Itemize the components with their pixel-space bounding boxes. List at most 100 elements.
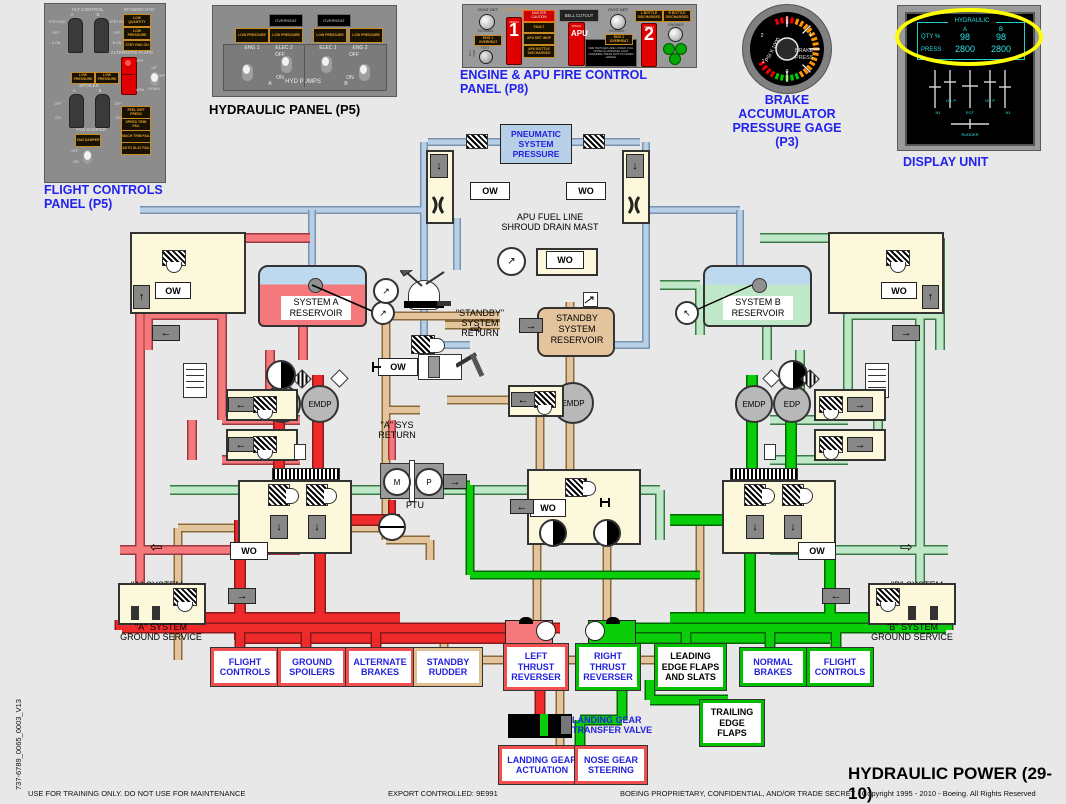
hydraulic-panel[interactable]: OVERHEAT OVERHEAT LOW PRESSURE LOW PRESS… — [212, 5, 397, 97]
consumer-leading-edge-flaps-and-slats[interactable]: LEADING EDGE FLAPS AND SLATS — [655, 644, 726, 690]
res-sb-line-2: SYSTEM — [558, 324, 596, 334]
consumer-landing-gear-actuation[interactable]: LANDING GEAR ACTUATION — [499, 746, 585, 784]
rtr-l3: REVERSER — [583, 672, 633, 683]
annunciator-elec1-low-pressure[interactable]: LOW PRESSURE — [313, 28, 347, 43]
engine-2-fire-handle[interactable]: DISCH 2 — [641, 23, 657, 67]
gage-tick-0: 0 — [785, 69, 789, 75]
check-valve-pneumatic-center: WO — [546, 251, 584, 269]
eng2-handle-number: 2 — [643, 24, 654, 44]
consumer-right-thrust-reverser[interactable]: RIGHT THRUST REVERSER — [576, 644, 640, 690]
system-b-gs-coupling-1 — [908, 606, 916, 620]
annunciator-eng2-low-pressure[interactable]: LOW PRESSURE — [349, 28, 383, 43]
consumer-standby-rudder[interactable]: STANDBY RUDDER — [414, 648, 482, 686]
ovht-det-right-label: OVHT DET — [607, 7, 629, 12]
annunciator-overheat-b[interactable]: OVERHEAT — [317, 14, 351, 27]
system-a-gs-arrow: → — [228, 588, 256, 604]
ab-l1: ALTERNATE — [353, 656, 407, 667]
eng2-on-label: ON — [346, 75, 354, 81]
tef-l1: TRAILING — [710, 707, 754, 718]
spoiler-b-label: B — [98, 88, 102, 93]
reservoir-a-quantity-gauge: ↗ — [371, 301, 395, 325]
fc-b-l2: CONTROLS — [814, 667, 866, 677]
system-a-gs-coupling-2 — [152, 606, 160, 620]
switch-a-pos-off: OFF — [52, 31, 60, 35]
ltr-l3: REVERSER — [511, 672, 561, 683]
ltr-l2: THRUST — [517, 661, 555, 672]
annunciator-elec2-low-pressure[interactable]: LOW PRESSURE — [269, 28, 303, 43]
annunciator-overheat-a[interactable]: OVERHEAT — [269, 14, 303, 27]
flt-control-switch-b[interactable] — [94, 18, 109, 53]
landing-gear-transfer-valve-actuator — [561, 716, 571, 734]
annunciator-left-bottle-discharged[interactable]: L BOTTLE DISCHARGED — [635, 10, 663, 22]
consumer-trailing-edge-flaps[interactable]: TRAILING EDGE FLAPS — [700, 700, 764, 746]
ptu-isolation-valve — [378, 513, 406, 541]
annunciator-fault[interactable]: FAULT — [523, 22, 555, 33]
ptu-pump-label: P — [426, 477, 432, 487]
hyd-panel-divider — [304, 46, 305, 87]
res-sb-line-1: STANDBY — [556, 313, 598, 323]
sr-l1: STANDBY — [426, 656, 470, 667]
standby-hyd-header: STANDBY HYD — [123, 7, 155, 12]
alt-flaps-pos-off: OFF — [136, 59, 144, 63]
consumer-nose-gear-steering[interactable]: NOSE GEAR STEERING — [575, 746, 647, 784]
elec2-pump-switch[interactable] — [281, 56, 292, 73]
gage-face-label-brake: BRAKE — [795, 48, 814, 54]
consumer-left-thrust-reverser[interactable]: LEFT THRUST REVERSER — [504, 644, 568, 690]
tef-l3: FLAPS — [717, 728, 747, 739]
consumer-normal-brakes[interactable]: NORMAL BRAKES — [740, 648, 806, 686]
landing-gear-transfer-valve-label: LANDING GEAR TRANSFER VALVE — [572, 715, 682, 735]
annunciator-master-caution[interactable]: MASTER CAUTION — [523, 10, 555, 22]
eng2-off-label: OFF — [349, 52, 359, 58]
fire-test-knob[interactable] — [479, 50, 493, 64]
elec2-pump-label: ELEC 2 — [275, 45, 293, 51]
consumer-ground-spoilers[interactable]: GROUND SPOILERS — [278, 648, 346, 686]
standby-emdp-label: EMDP — [561, 398, 585, 408]
ovht-det-left-knob[interactable] — [479, 14, 495, 30]
alt-flaps-toggle-down: DOWN — [148, 87, 160, 91]
pneumatic-line-2: SYSTEM — [518, 139, 554, 149]
flt-control-switch-a[interactable] — [68, 18, 83, 53]
annunciator-apu-det-inop[interactable]: APU DET INOP — [523, 33, 555, 45]
elec1-pump-label: ELEC 1 — [319, 45, 337, 51]
elec1-pump-switch[interactable] — [321, 56, 332, 73]
apu-drain-label: APU FUEL LINE SHROUD DRAIN MAST — [470, 212, 630, 232]
nb-l1: NORMAL — [753, 656, 793, 667]
pneumatic-reducer-arrow-left: ↓ — [430, 154, 448, 178]
engine-1-fire-handle[interactable]: DISCH 1 — [506, 17, 522, 65]
annunciator-eng1-low-pressure[interactable]: LOW PRESSURE — [235, 28, 269, 43]
annunciator-apu-bottle-discharged[interactable]: APU BOTTLE DISCHARGED — [523, 45, 555, 58]
apu-fire-handle[interactable]: DISCH APU — [568, 22, 588, 66]
a-gs-line-2: GROUND SERVICE — [120, 632, 202, 642]
system-b-edp-pump: EDP — [773, 385, 811, 423]
eng2-pump-switch[interactable] — [359, 64, 370, 81]
consumer-flight-controls-a[interactable]: FLIGHT CONTROLS — [211, 648, 279, 686]
check-valve-standby-module: WO — [530, 499, 566, 517]
bell-cutout-button[interactable]: BELL CUTOUT — [559, 9, 599, 22]
engine-fire-light-3[interactable] — [669, 53, 681, 65]
annunciator-eng1-overheat[interactable]: ENG 1 OVERHEAT — [474, 35, 502, 46]
consumer-flight-controls-b[interactable]: FLIGHT CONTROLS — [807, 648, 873, 686]
annunciator-right-bottle-discharged[interactable]: R BOTTLE DISCHARGED — [663, 10, 691, 22]
engines-test-knob[interactable] — [668, 27, 683, 42]
system-a-case-drain-arrow-2: ← — [228, 437, 254, 452]
system-b-relief-arrow: ↑ — [922, 285, 939, 309]
hyd-pumps-group-label: HYD PUMPS — [285, 79, 321, 85]
standby-case-drain-arrow: ← — [511, 392, 535, 407]
standby-valve-filter-bypass — [430, 338, 445, 353]
ovht-det-right-knob[interactable] — [610, 14, 626, 30]
system-a-shutoff-valve — [266, 360, 296, 390]
eng1-pump-switch[interactable] — [242, 64, 253, 81]
gage-tick-4: 4 — [808, 32, 812, 38]
system-a-relief-arrow-1: ↓ — [270, 515, 288, 539]
annunciator-eng2-overheat[interactable]: ENG 2 OVERHEAT — [605, 34, 633, 45]
du-label-n1-right: N1 — [1005, 110, 1011, 115]
brake-accumulator-gage: 0 1 2 3 4 PSI X 1000 BRAKE PRESS — [742, 4, 832, 94]
check-valve-pneumatic-left: OW — [470, 182, 510, 200]
annunciator-standby-low-pressure[interactable]: LOW PRESSURE — [123, 27, 151, 40]
fire-control-panel[interactable]: OVHT DET NORMAL ENG 1 OVERHEAT TEST EXT … — [462, 4, 697, 68]
consumer-alternate-brakes[interactable]: ALTERNATE BRAKES — [346, 648, 414, 686]
check-valve-pneumatic-right: WO — [566, 182, 606, 200]
annunciator-low-quantity[interactable]: LOW QUANTITY — [123, 14, 151, 27]
system-b-manifold-seal — [730, 468, 798, 480]
standby-actuator-piston — [428, 356, 440, 378]
